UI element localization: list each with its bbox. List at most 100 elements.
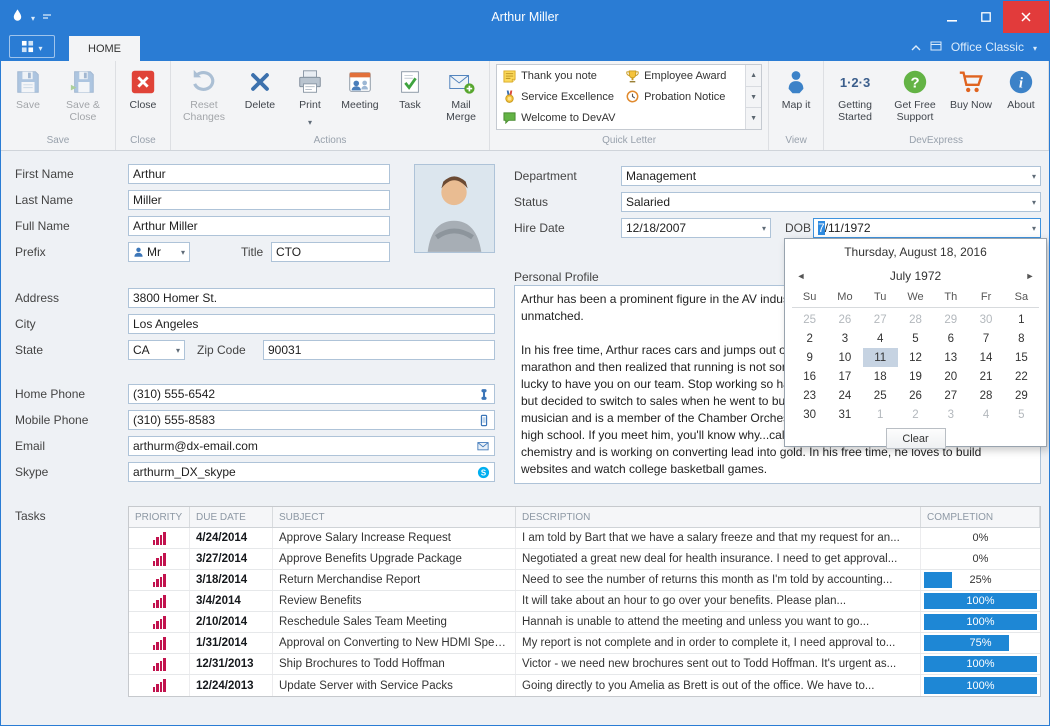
quick-letter-item[interactable]: Probation Notice <box>622 87 745 108</box>
state-dropdown-caret[interactable] <box>172 346 180 355</box>
calendar-day[interactable]: 5 <box>898 329 933 348</box>
calendar-day-selected[interactable]: 11 <box>863 348 898 367</box>
calendar-day[interactable]: 27 <box>863 310 898 329</box>
address-input[interactable]: 3800 Homer St. <box>128 288 495 308</box>
task-row[interactable]: 3/4/2014Review BenefitsIt will take abou… <box>129 591 1040 612</box>
task-row[interactable]: 1/31/2014Approval on Converting to New H… <box>129 633 1040 654</box>
calendar-day[interactable]: 5 <box>1004 405 1039 424</box>
calendar-month-label[interactable]: July 1972 <box>890 269 941 283</box>
delete-button[interactable]: Delete <box>235 62 285 112</box>
column-header[interactable]: PRIORITY <box>129 507 190 527</box>
mobile-phone-icon[interactable] <box>474 414 490 427</box>
task-row[interactable]: 4/24/2014Approve Salary Increase Request… <box>129 528 1040 549</box>
mail-merge-button[interactable]: Mail Merge <box>435 62 487 123</box>
column-header[interactable]: COMPLETION <box>921 507 1040 527</box>
calendar-day[interactable]: 26 <box>827 310 862 329</box>
tab-home[interactable]: HOME <box>69 36 140 61</box>
calendar-day[interactable]: 4 <box>863 329 898 348</box>
get-free-support-button[interactable]: ? Get Free Support <box>884 62 946 123</box>
theme-selector[interactable]: Office Classic <box>951 40 1024 54</box>
email-input[interactable]: arthurm@dx-email.com <box>128 436 495 456</box>
calendar-day[interactable]: 22 <box>1004 367 1039 386</box>
calendar-day[interactable]: 9 <box>792 348 827 367</box>
last-name-input[interactable]: Miller <box>128 190 390 210</box>
phone-icon[interactable] <box>474 388 490 401</box>
gallery-scroll-up-icon[interactable]: ▲ <box>746 65 761 87</box>
status-dropdown-caret[interactable] <box>1028 198 1036 207</box>
calendar-day[interactable]: 14 <box>968 348 1003 367</box>
calendar-day[interactable]: 21 <box>968 367 1003 386</box>
task-row[interactable]: 3/18/2014Return Merchandise ReportNeed t… <box>129 570 1040 591</box>
prefix-dropdown-caret[interactable] <box>177 248 185 257</box>
calendar-day[interactable]: 8 <box>1004 329 1039 348</box>
calendar-day[interactable]: 7 <box>968 329 1003 348</box>
quick-letter-item[interactable]: Thank you note <box>499 66 622 87</box>
dob-picker[interactable]: 7/11/1972 <box>813 218 1041 238</box>
quick-letter-item[interactable]: Welcome to DevAV <box>499 107 622 128</box>
application-menu-button[interactable] <box>9 35 55 58</box>
calendar-day[interactable]: 12 <box>898 348 933 367</box>
calendar-day[interactable]: 20 <box>933 367 968 386</box>
calendar-day[interactable]: 25 <box>863 386 898 405</box>
calendar-day[interactable]: 10 <box>827 348 862 367</box>
calendar-day[interactable]: 15 <box>1004 348 1039 367</box>
minimize-button[interactable] <box>935 1 969 33</box>
state-combobox[interactable]: CA <box>128 340 185 360</box>
hire-date-dropdown-caret[interactable] <box>758 224 766 233</box>
column-header[interactable]: DESCRIPTION <box>516 507 921 527</box>
quick-letter-item[interactable]: Employee Award <box>622 66 745 87</box>
meeting-button[interactable]: Meeting <box>335 62 385 112</box>
quick-letter-item[interactable]: Service Excellence <box>499 87 622 108</box>
column-header[interactable]: SUBJECT <box>273 507 516 527</box>
buy-now-button[interactable]: Buy Now <box>946 62 996 112</box>
skype-icon[interactable]: S <box>473 466 490 479</box>
collapse-ribbon-icon[interactable] <box>911 40 921 54</box>
calendar-prev-month-icon[interactable]: ◄ <box>789 265 813 287</box>
calendar-day[interactable]: 29 <box>1004 386 1039 405</box>
calendar-day[interactable]: 1 <box>1004 310 1039 329</box>
city-input[interactable]: Los Angeles <box>128 314 495 334</box>
calendar-day[interactable]: 13 <box>933 348 968 367</box>
maximize-button[interactable] <box>969 1 1003 33</box>
calendar-day[interactable]: 1 <box>863 405 898 424</box>
theme-dropdown-caret[interactable] <box>1033 40 1037 54</box>
getting-started-button[interactable]: 1·2·3 Getting Started <box>826 62 884 123</box>
qat-dropdown-icon[interactable] <box>31 8 35 26</box>
save-button[interactable]: Save <box>3 62 53 112</box>
full-name-input[interactable]: Arthur Miller <box>128 216 390 236</box>
department-combobox[interactable]: Management <box>621 166 1041 186</box>
calendar-day[interactable]: 30 <box>968 310 1003 329</box>
title-input[interactable]: CTO <box>271 242 390 262</box>
task-row[interactable]: 12/31/2013Ship Brochures to Todd Hoffman… <box>129 654 1040 675</box>
calendar-day[interactable]: 31 <box>827 405 862 424</box>
calendar-day[interactable]: 29 <box>933 310 968 329</box>
calendar-day[interactable]: 19 <box>898 367 933 386</box>
dob-dropdown-caret[interactable] <box>1028 224 1036 233</box>
home-phone-input[interactable]: (310) 555-6542 <box>128 384 495 404</box>
task-row[interactable]: 12/24/2013Update Server with Service Pac… <box>129 675 1040 696</box>
calendar-day[interactable]: 3 <box>933 405 968 424</box>
calendar-day[interactable]: 2 <box>898 405 933 424</box>
skype-input[interactable]: arthurm_DX_skype S <box>128 462 495 482</box>
calendar-day[interactable]: 2 <box>792 329 827 348</box>
calendar-clear-button[interactable]: Clear <box>886 428 946 449</box>
column-header[interactable]: DUE DATE <box>190 507 273 527</box>
close-record-button[interactable]: Close <box>118 62 168 112</box>
calendar-day[interactable]: 28 <box>968 386 1003 405</box>
reset-changes-button[interactable]: Reset Changes <box>173 62 235 123</box>
email-envelope-icon[interactable] <box>472 440 490 452</box>
save-and-close-button[interactable]: Save & Close <box>53 62 113 123</box>
print-button[interactable]: Print <box>285 62 335 130</box>
calendar-day[interactable]: 30 <box>792 405 827 424</box>
calendar-day[interactable]: 28 <box>898 310 933 329</box>
close-window-button[interactable] <box>1003 1 1049 33</box>
calendar-day[interactable]: 3 <box>827 329 862 348</box>
calendar-day[interactable]: 4 <box>968 405 1003 424</box>
calendar-day[interactable]: 25 <box>792 310 827 329</box>
calendar-day[interactable]: 24 <box>827 386 862 405</box>
calendar-day[interactable]: 23 <box>792 386 827 405</box>
calendar-day[interactable]: 16 <box>792 367 827 386</box>
task-row[interactable]: 3/27/2014Approve Benefits Upgrade Packag… <box>129 549 1040 570</box>
task-button[interactable]: Task <box>385 62 435 112</box>
calendar-next-month-icon[interactable]: ► <box>1018 265 1042 287</box>
